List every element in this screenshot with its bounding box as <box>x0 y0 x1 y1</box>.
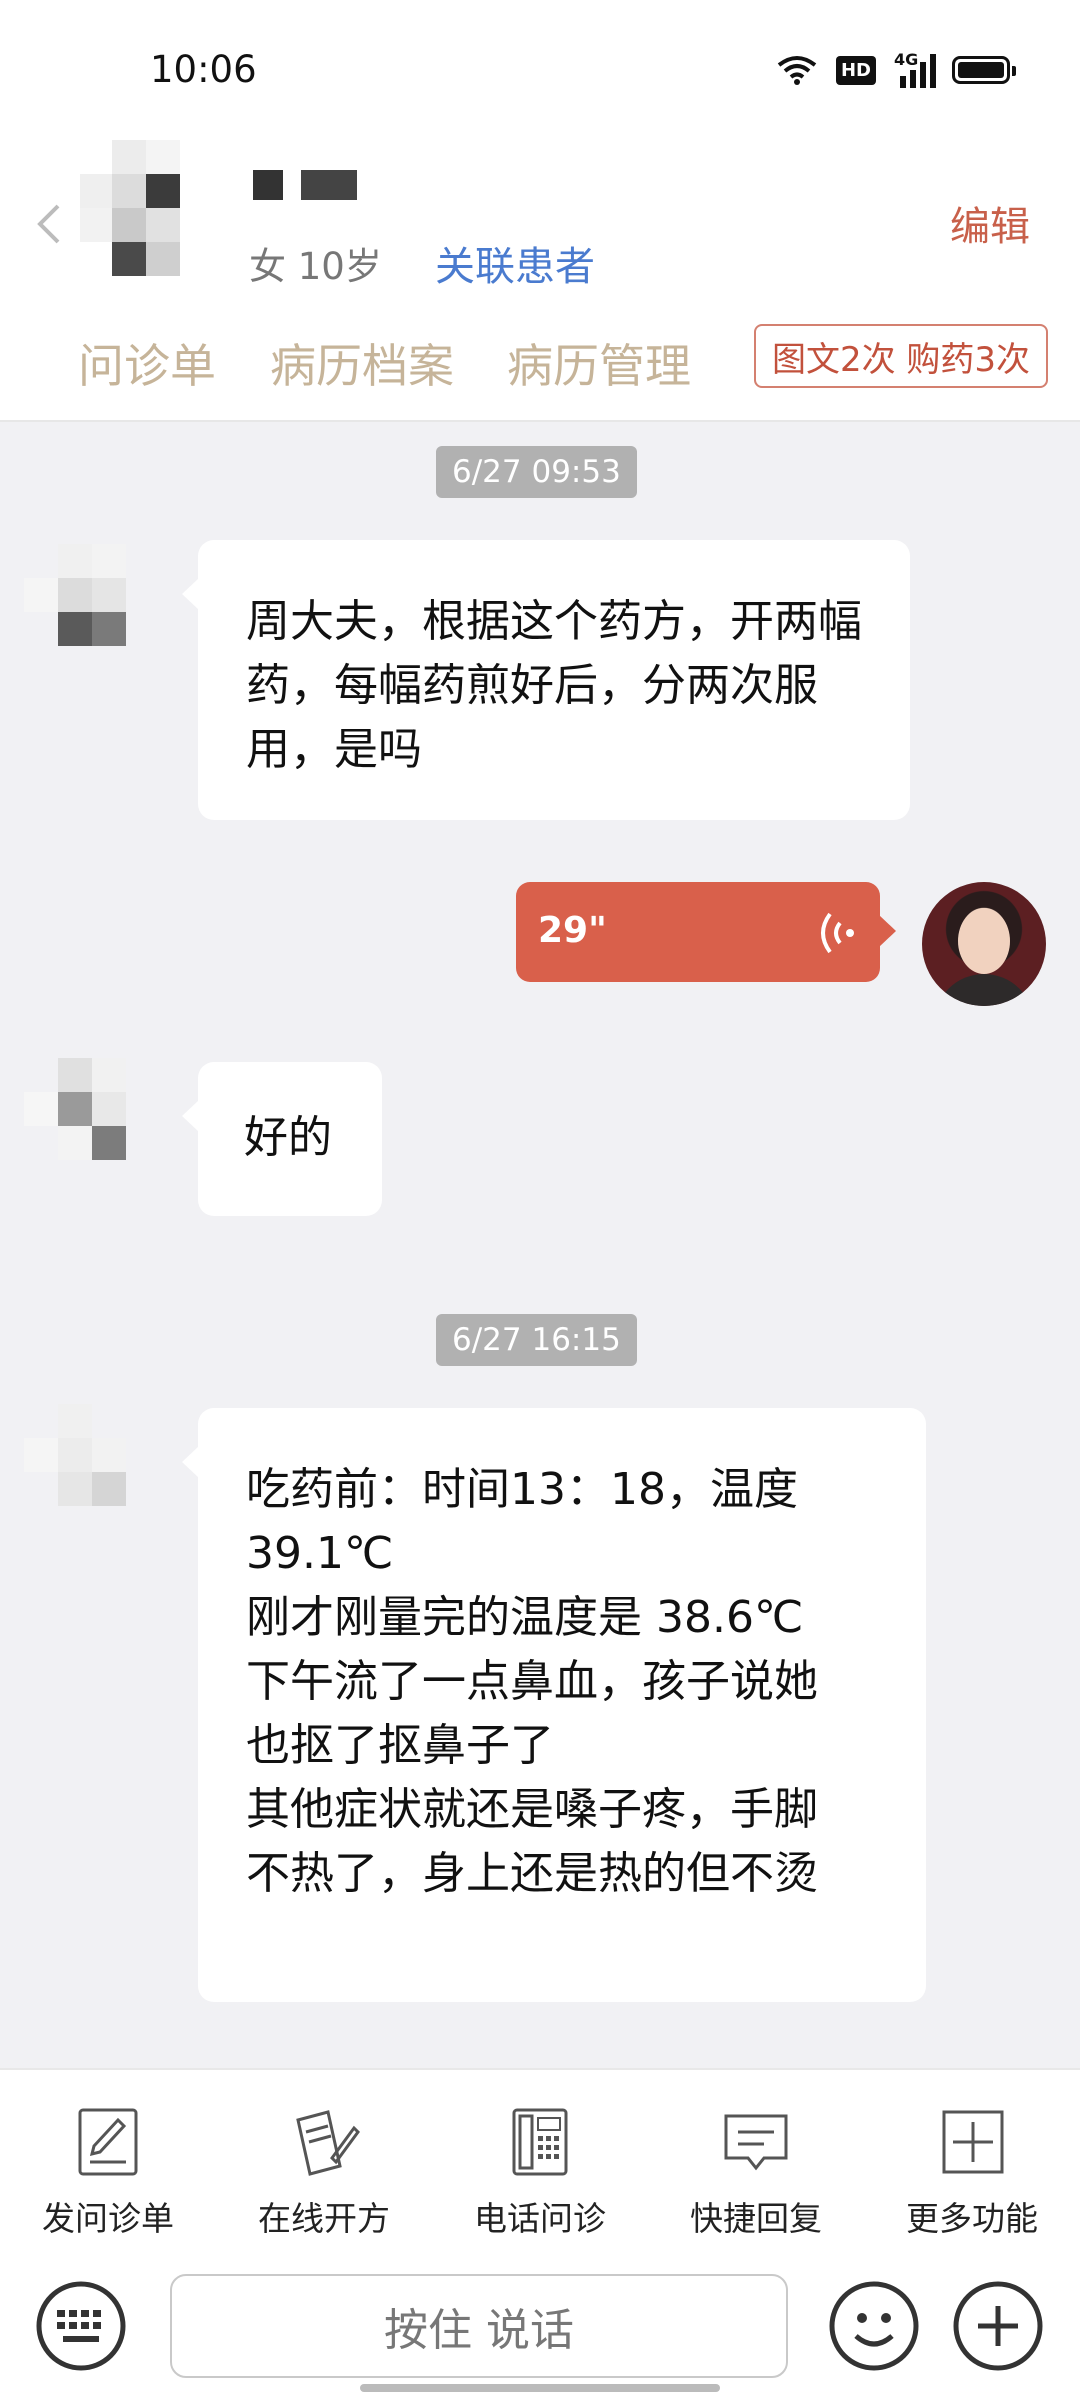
phone-icon <box>512 2108 568 2176</box>
toolbar-label: 发问诊单 <box>42 2199 174 2238</box>
prescription-icon <box>296 2110 360 2176</box>
quick-reply-button[interactable]: 快捷回复 <box>648 2070 864 2256</box>
patient-sex-age: 女 10岁 <box>249 245 382 288</box>
message-line: 吃药前：时间13：18，温度 <box>246 1464 798 1515</box>
message-line: 也抠了抠鼻子了 <box>246 1720 554 1771</box>
message-line: 其他症状就还是嗓子疼，手脚 <box>246 1784 818 1835</box>
plus-square-icon <box>942 2110 1004 2174</box>
toolbar-label: 电话问诊 <box>474 2199 606 2238</box>
tab-consult-form[interactable]: 问诊单 <box>78 330 216 396</box>
battery-icon <box>952 56 1016 84</box>
online-prescription-button[interactable]: 在线开方 <box>216 2070 432 2256</box>
tab-medical-records[interactable]: 病历档案 <box>270 330 454 396</box>
tab-records-management[interactable]: 病历管理 <box>507 330 691 396</box>
send-consult-form-button[interactable]: 发问诊单 <box>0 2070 216 2256</box>
chat-header: 女 10岁 关联患者 编辑 问诊单 病历档案 病历管理 图文2次 购药3次 <box>0 130 1080 422</box>
voice-wave-icon <box>821 912 854 954</box>
signal-4g-icon: 4G <box>894 50 936 88</box>
service-quota-badge[interactable]: 图文2次 购药3次 <box>754 324 1048 388</box>
hold-to-talk-button[interactable]: 按住 说话 <box>170 2274 788 2378</box>
form-edit-icon <box>78 2108 138 2176</box>
toolbar-label: 在线开方 <box>258 2199 390 2238</box>
message-timestamp: 6/27 09:53 <box>436 446 637 498</box>
plus-circle-icon[interactable] <box>952 2280 1044 2372</box>
back-button[interactable] <box>34 200 62 258</box>
message-line: 下午流了一点鼻血，孩子说她 <box>246 1656 818 1707</box>
emoji-icon[interactable] <box>828 2280 920 2372</box>
message-timestamp: 6/27 16:15 <box>436 1314 637 1366</box>
patient-message-avatar[interactable] <box>24 1054 164 1194</box>
wifi-icon <box>777 56 817 85</box>
toolbar-label: 更多功能 <box>906 2199 1038 2238</box>
edit-button[interactable]: 编辑 <box>950 194 1030 252</box>
patient-name-masked <box>253 170 357 200</box>
patient-message-bubble[interactable]: 周大夫，根据这个药方，开两幅药，每幅药煎好后，分两次服用，是吗 <box>182 540 910 820</box>
chevron-left-icon <box>37 204 60 244</box>
message-line: 39.1℃ <box>246 1528 394 1579</box>
status-bar: 10:06 HD 4G <box>0 0 1080 130</box>
status-time: 10:06 <box>150 48 257 91</box>
patient-message-bubble[interactable]: 吃药前：时间13：18，温度 39.1℃ 刚才刚量完的温度是 38.6℃ 下午流… <box>182 1408 926 2002</box>
message-text: 周大夫，根据这个药方，开两幅药，每幅药煎好后，分两次服用，是吗 <box>246 596 862 775</box>
message-text: 好的 <box>244 1112 332 1163</box>
doctor-avatar[interactable] <box>922 882 1046 1006</box>
toolbar-label: 快捷回复 <box>690 2199 822 2238</box>
patient-message-avatar[interactable] <box>24 540 164 680</box>
more-functions-button[interactable]: 更多功能 <box>864 2070 1080 2256</box>
patient-message-bubble[interactable]: 好的 <box>182 1062 382 1216</box>
patient-message-avatar[interactable] <box>24 1400 164 1540</box>
patient-avatar[interactable] <box>80 140 220 290</box>
input-bar: 按住 说话 <box>0 2256 1080 2400</box>
chat-bubble-icon <box>724 2114 788 2171</box>
hd-icon: HD <box>835 55 876 85</box>
link-patient-link[interactable]: 关联患者 <box>435 234 595 292</box>
status-icons: HD 4G <box>776 50 1016 88</box>
network-label: 4G <box>894 50 919 69</box>
message-line: 不热了，身上还是热的但不烫 <box>246 1848 818 1899</box>
phone-consult-button[interactable]: 电话问诊 <box>432 2070 648 2256</box>
message-line: 刚才刚量完的温度是 38.6℃ <box>246 1592 804 1643</box>
doctor-voice-message[interactable]: 29" <box>516 882 896 982</box>
home-indicator[interactable] <box>360 2384 720 2392</box>
voice-duration: 29" <box>538 910 607 951</box>
function-toolbar: 发问诊单 在线开方 电话问诊 快捷回复 更多功能 <box>0 2068 1080 2258</box>
keyboard-icon[interactable] <box>35 2280 127 2372</box>
